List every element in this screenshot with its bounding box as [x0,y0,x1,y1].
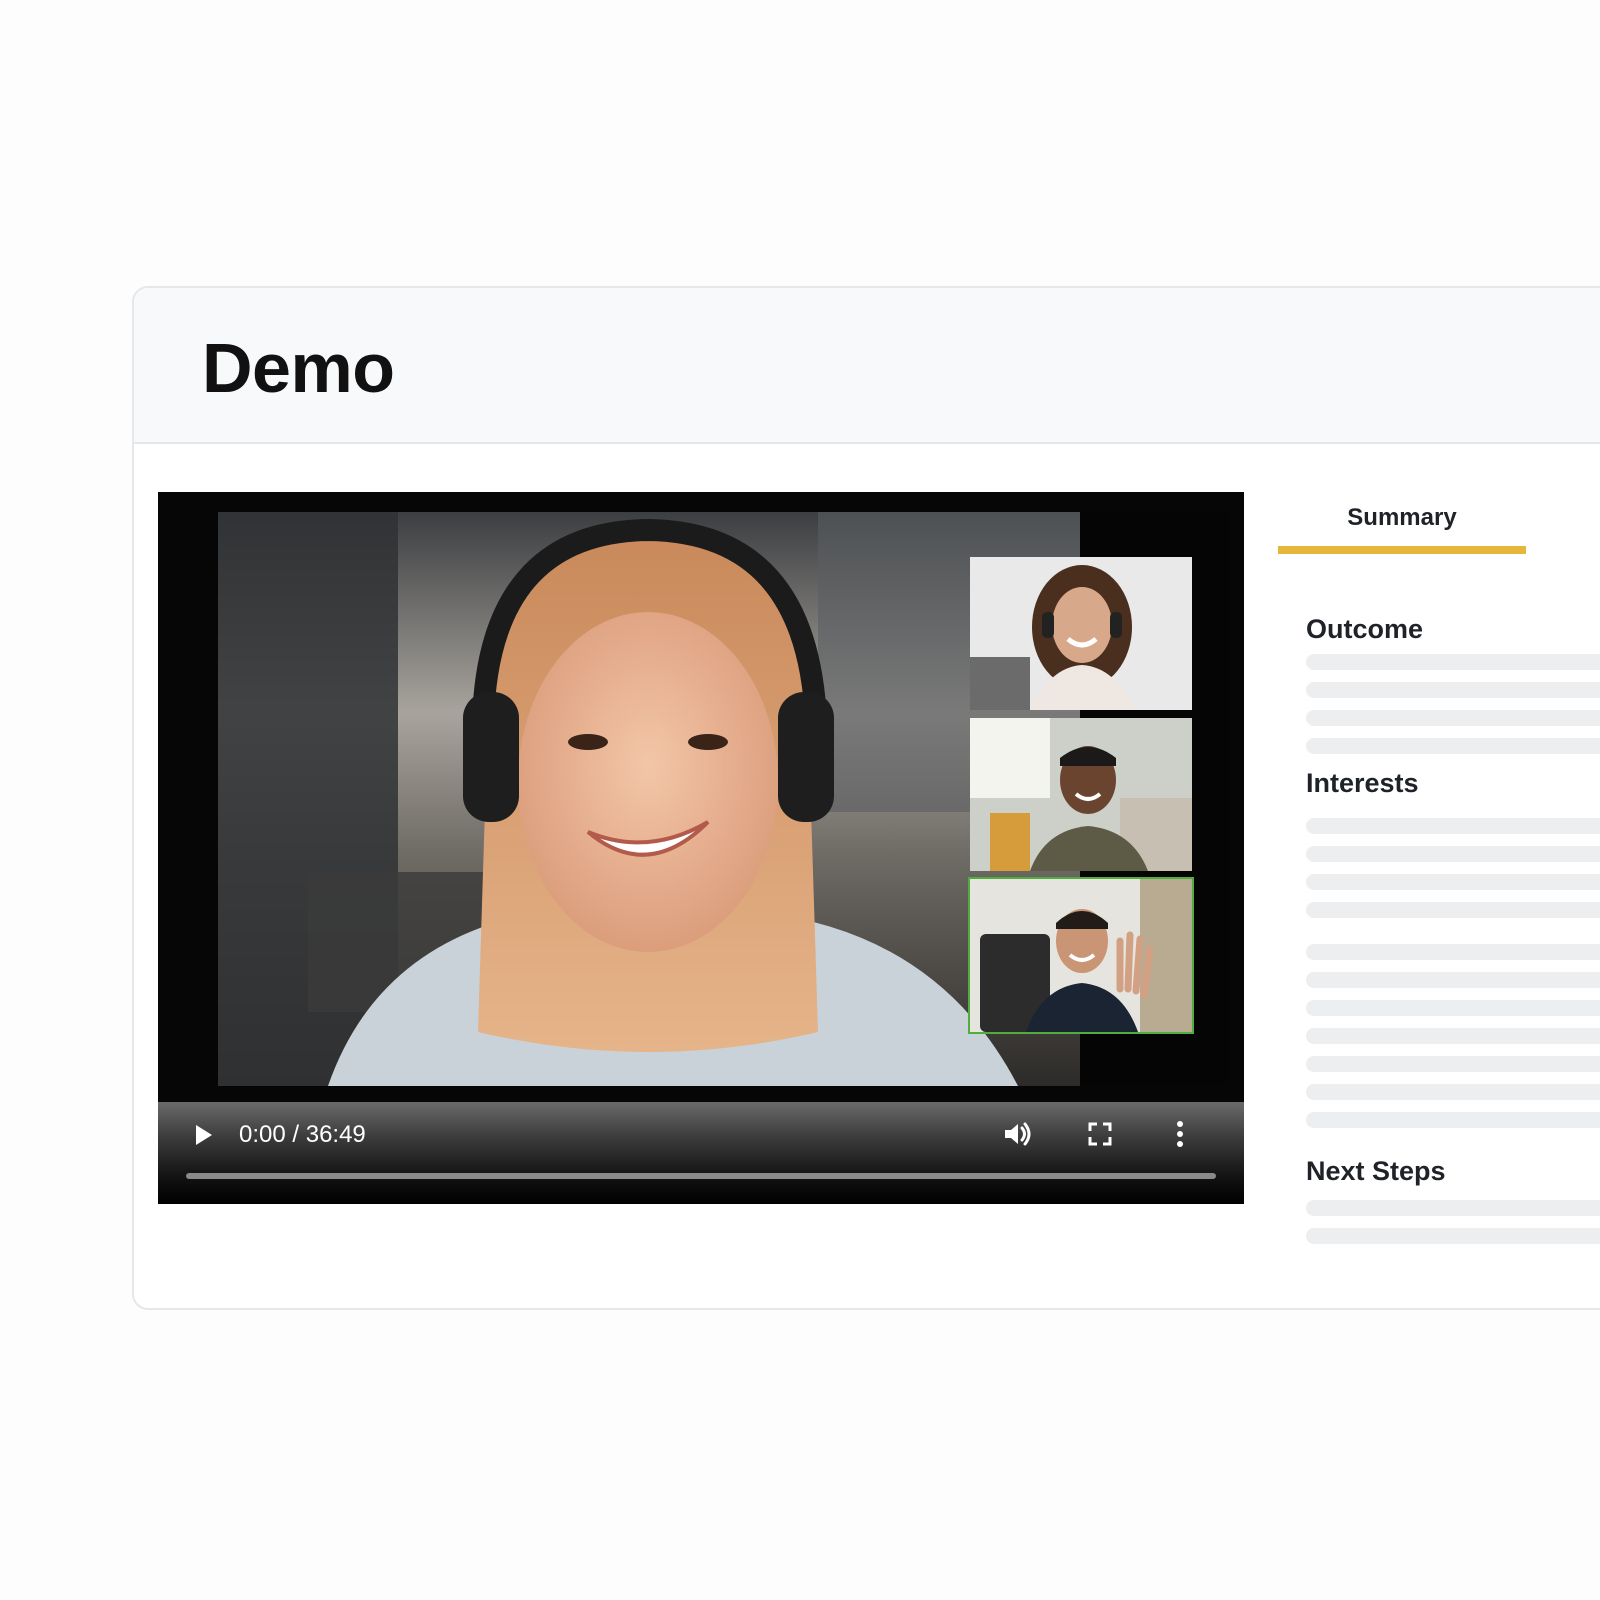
skeleton-line [1306,710,1600,726]
player-controls-bar: 0:00 / 36:49 [158,1102,1244,1204]
skeleton-line [1306,1056,1600,1072]
tab-active-indicator [1278,546,1526,554]
section-heading-outcome: Outcome [1306,614,1424,644]
time-display: 0:00 / 36:49 [239,1121,366,1148]
skeleton-line [1306,902,1600,918]
participant-tile-1[interactable] [970,557,1192,710]
volume-button[interactable] [1000,1116,1036,1152]
more-options-button[interactable] [1162,1116,1198,1152]
skeleton-line [1306,846,1600,862]
skeleton-line [1306,682,1600,698]
play-icon [196,1125,212,1145]
skeleton-line [1306,818,1600,834]
speaker-video-frame [218,512,1080,1086]
skeleton-line [1306,874,1600,890]
progress-bar[interactable] [186,1173,1216,1179]
fullscreen-icon [1088,1122,1112,1146]
skeleton-line [1306,1028,1600,1044]
participant-video-1 [970,557,1192,710]
video-player[interactable]: 0:00 / 36:49 [158,492,1244,1204]
card-header: Demo [134,288,1600,444]
fullscreen-button[interactable] [1082,1116,1118,1152]
skeleton-line [1306,1000,1600,1016]
participant-tile-3-active-speaker[interactable] [968,877,1194,1034]
section-heading-interests: Interests [1306,768,1419,798]
skeleton-line [1306,972,1600,988]
play-button[interactable] [188,1120,218,1150]
tab-summary-label: Summary [1347,504,1457,531]
tab-summary[interactable]: Summary [1278,492,1526,554]
skeleton-line [1306,1112,1600,1128]
volume-icon [1005,1122,1031,1146]
skeleton-line [1306,1200,1600,1216]
page-title: Demo [202,329,395,407]
participant-tile-2[interactable] [970,718,1192,871]
skeleton-line [1306,654,1600,670]
main-speaker-video [218,512,1080,1086]
skeleton-line [1306,1228,1600,1244]
skeleton-line [1306,944,1600,960]
more-vertical-icon [1177,1121,1183,1147]
participant-video-3 [970,879,1192,1032]
meeting-card: Demo 0:00 / 36:49 Summary Outcome Intere… [132,286,1600,1310]
skeleton-line [1306,1084,1600,1100]
section-heading-next-steps: Next Steps [1306,1156,1446,1186]
participant-video-2 [970,718,1192,871]
skeleton-line [1306,738,1600,754]
